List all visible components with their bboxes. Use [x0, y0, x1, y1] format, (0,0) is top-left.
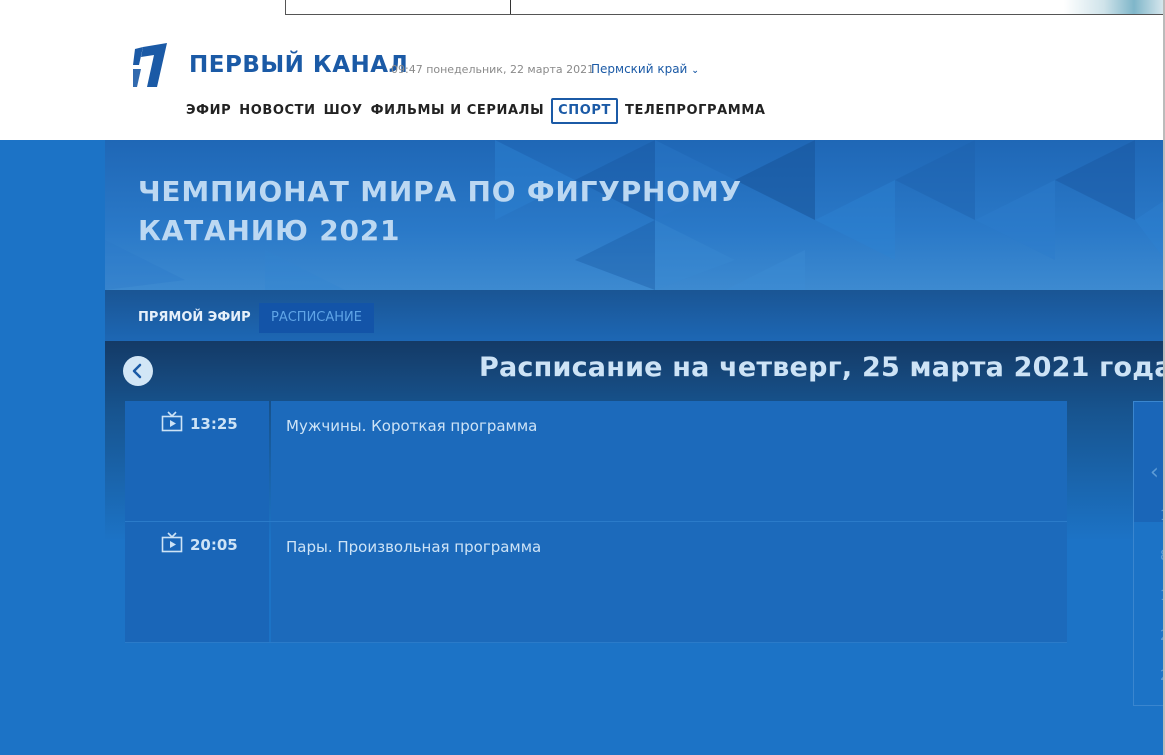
schedule-row[interactable]: 13:25 Мужчины. Короткая программа [125, 401, 1067, 522]
ad-divider [510, 0, 511, 14]
next-day-panel[interactable]: ‹ 1 8 1 2 2 [1133, 401, 1165, 706]
page-title-line-1: ЧЕМПИОНАТ МИРА ПО ФИГУРНОМУ [138, 175, 742, 208]
chevron-left-icon [132, 363, 142, 379]
title-cell: Пары. Произвольная программа [271, 522, 1067, 642]
ad-image[interactable] [1064, 0, 1164, 14]
program-time: 13:25 [190, 415, 238, 433]
program-title[interactable]: Пары. Произвольная программа [286, 538, 541, 556]
nav-item-3[interactable]: ШОУ [320, 99, 367, 123]
nav-item-5[interactable]: СПОРТ [551, 98, 619, 124]
time-cell: 13:25 [125, 401, 269, 521]
program-time: 20:05 [190, 536, 238, 554]
page-title-line-2: КАТАНИЮ 2021 [138, 214, 401, 247]
tv-icon[interactable] [161, 411, 183, 433]
nav-item-1[interactable]: ЭФИР [182, 99, 235, 123]
schedule-list: 13:25 Мужчины. Короткая программа 20:05 … [125, 401, 1067, 643]
main-nav: ЭФИР НОВОСТИ ШОУ ФИЛЬМЫ И СЕРИАЛЫ СПОРТ ТЕЛЕП… [182, 97, 770, 125]
page-title: ЧЕМПИОНАТ МИРА ПО ФИГУРНОМУ КАТАНИЮ 2021 [138, 172, 778, 250]
first-channel-logo-icon[interactable] [133, 43, 167, 87]
tab-live[interactable]: ПРЯМОЙ ЭФИР [126, 303, 263, 333]
chevron-left-icon[interactable]: ‹ [1150, 460, 1159, 485]
tab-schedule[interactable]: РАСПИСАНИЕ [259, 303, 374, 333]
nav-item-4[interactable]: ФИЛЬМЫ И СЕРИАЛЫ [367, 99, 549, 123]
program-title[interactable]: Мужчины. Короткая программа [286, 417, 537, 435]
back-button[interactable] [123, 356, 153, 386]
chevron-down-icon: ⌄ [691, 66, 699, 76]
region-selector[interactable]: Пермский край ⌄ [591, 62, 699, 76]
schedule-heading: Расписание на четверг, 25 марта 2021 год… [479, 352, 1165, 383]
brand-name[interactable]: ПЕРВЫЙ КАНАЛ [189, 52, 408, 78]
site-header: ПЕРВЫЙ КАНАЛ 09:47 понедельник, 22 марта… [0, 15, 1165, 140]
ad-banner[interactable] [285, 0, 1165, 15]
nav-item-6[interactable]: ТЕЛЕПРОГРАММА [621, 99, 770, 123]
region-label: Пермский край [591, 62, 688, 76]
time-cell: 20:05 [125, 522, 269, 642]
title-cell: Мужчины. Короткая программа [271, 401, 1067, 521]
current-datetime: 09:47 понедельник, 22 марта 2021 [391, 63, 595, 76]
schedule-row[interactable]: 20:05 Пары. Произвольная программа [125, 522, 1067, 643]
nav-item-2[interactable]: НОВОСТИ [235, 99, 319, 123]
tv-icon[interactable] [161, 532, 183, 554]
